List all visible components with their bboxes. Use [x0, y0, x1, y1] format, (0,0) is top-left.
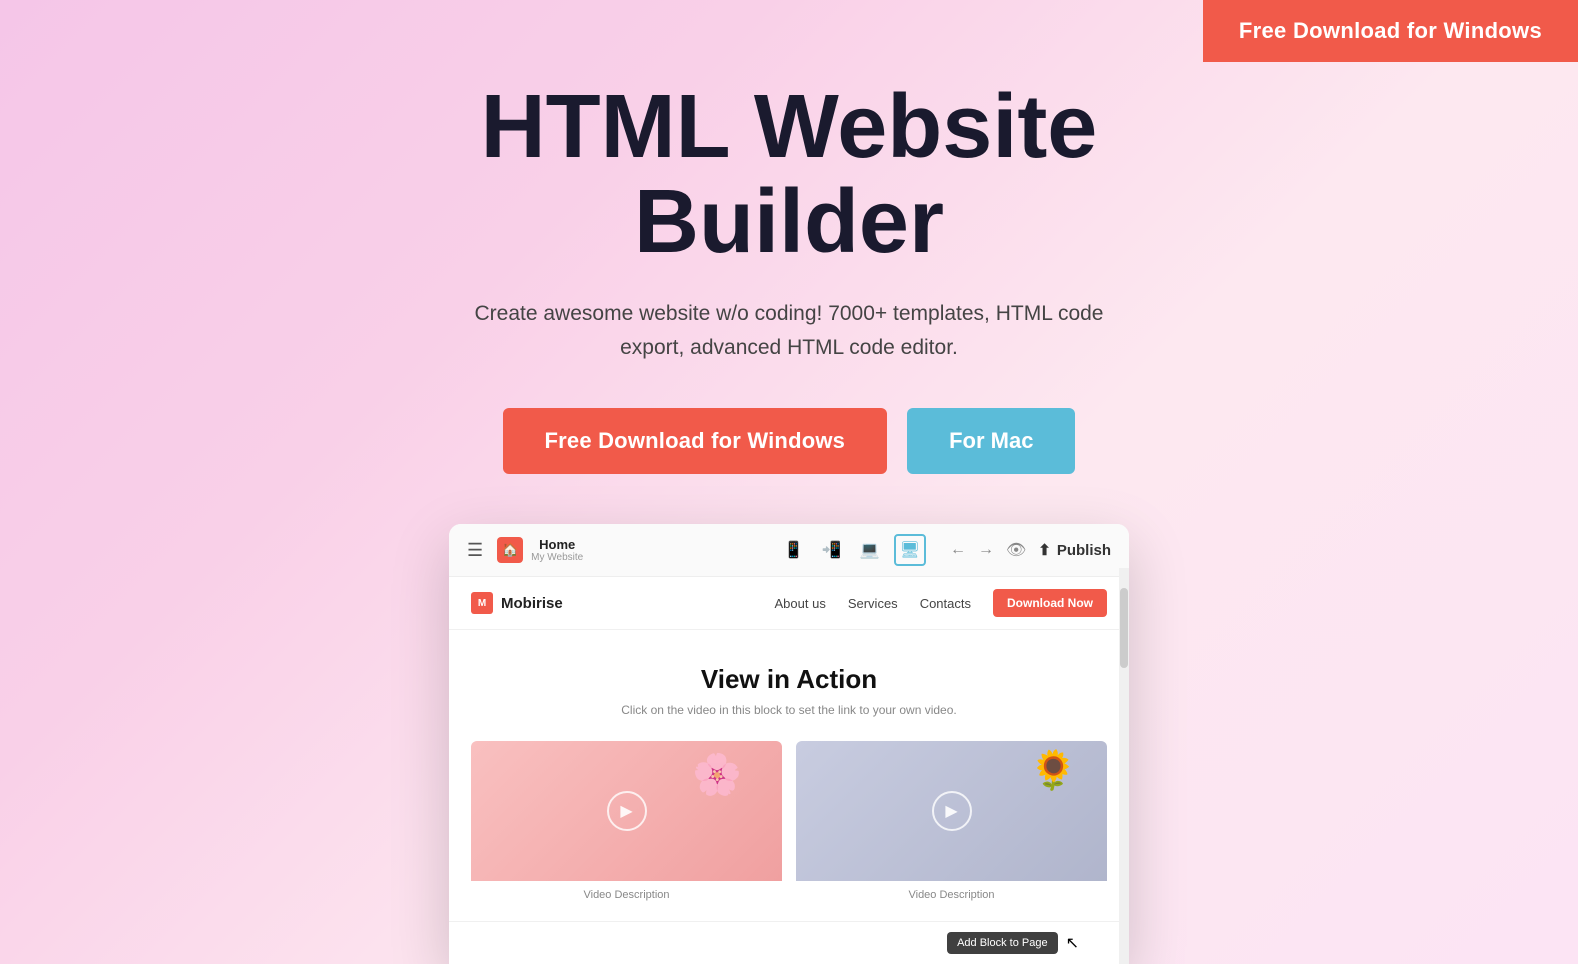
upload-icon: ⬆	[1038, 541, 1051, 559]
toolbar-home-title: Home	[531, 537, 583, 552]
video-desc-1: Video Description	[471, 889, 782, 901]
inner-content: View in Action Click on the video in thi…	[449, 630, 1129, 921]
device-icons-row: 📱 📲 💻 🖥	[780, 534, 926, 566]
mobile-device-icon[interactable]: 📱	[780, 536, 808, 564]
app-preview-window: ☰ 🏠 Home My Website 📱 📲 💻 🖥 ← → 👁 ⬆	[449, 524, 1129, 964]
video-card-1[interactable]: 🌸 ▶ Video Description	[471, 741, 782, 901]
publish-label: Publish	[1057, 542, 1111, 559]
app-scrollbar[interactable]	[1119, 568, 1129, 964]
hero-subtitle: Create awesome website w/o coding! 7000+…	[449, 297, 1129, 364]
inner-nav-links: About us Services Contacts Download Now	[775, 589, 1108, 617]
plant-decoration: 🌸	[692, 751, 742, 798]
toolbar-home-text: Home My Website	[531, 537, 583, 563]
desktop-device-icon[interactable]: 🖥	[894, 534, 926, 566]
video-thumb-pink: 🌸 ▶	[471, 741, 782, 881]
play-button-2[interactable]: ▶	[932, 791, 972, 831]
mobirise-logo-icon: M	[471, 592, 493, 614]
tablet-device-icon[interactable]: 📲	[818, 536, 846, 564]
inner-logo: M Mobirise	[471, 592, 775, 614]
video-card-2[interactable]: 🌻 ▶ Video Description	[796, 741, 1107, 901]
contacts-link[interactable]: Contacts	[920, 596, 971, 611]
top-download-button[interactable]: Free Download for Windows	[1203, 0, 1578, 62]
windows-download-button[interactable]: Free Download for Windows	[503, 408, 888, 474]
video-desc-2: Video Description	[796, 889, 1107, 901]
mobirise-logo-text: Mobirise	[501, 595, 563, 612]
scrollbar-thumb	[1120, 588, 1128, 668]
view-in-action-title: View in Action	[471, 664, 1107, 695]
back-icon[interactable]: ←	[950, 541, 966, 559]
about-us-link[interactable]: About us	[775, 596, 826, 611]
toolbar-home: 🏠 Home My Website	[497, 537, 766, 563]
preview-icon[interactable]: 👁	[1006, 540, 1026, 560]
toolbar-actions: ← → 👁 ⬆ Publish	[950, 540, 1111, 560]
view-in-action-subtitle: Click on the video in this block to set …	[471, 703, 1107, 717]
add-block-bar: Add Block to Page ↖	[449, 921, 1129, 964]
menu-icon[interactable]: ☰	[467, 540, 483, 561]
flower-decoration: 🌻	[1030, 749, 1077, 793]
top-bar: Free Download for Windows	[1203, 0, 1578, 62]
video-thumb-grey: 🌻 ▶	[796, 741, 1107, 881]
laptop-device-icon[interactable]: 💻	[856, 536, 884, 564]
services-link[interactable]: Services	[848, 596, 898, 611]
video-grid: 🌸 ▶ Video Description 🌻 ▶ Video Descript…	[471, 741, 1107, 901]
mac-download-button[interactable]: For Mac	[907, 408, 1075, 474]
play-button-1[interactable]: ▶	[607, 791, 647, 831]
forward-icon[interactable]: →	[978, 541, 994, 559]
add-block-tooltip: Add Block to Page	[947, 932, 1058, 954]
cta-row: Free Download for Windows For Mac	[503, 408, 1076, 474]
home-icon: 🏠	[497, 537, 523, 563]
inner-website-nav: M Mobirise About us Services Contacts Do…	[449, 577, 1129, 630]
hero-title: HTML Website Builder	[379, 80, 1199, 269]
publish-button[interactable]: ⬆ Publish	[1038, 541, 1111, 559]
inner-download-button[interactable]: Download Now	[993, 589, 1107, 617]
app-toolbar: ☰ 🏠 Home My Website 📱 📲 💻 🖥 ← → 👁 ⬆	[449, 524, 1129, 577]
toolbar-home-subtitle: My Website	[531, 552, 583, 563]
cursor-icon: ↖	[1066, 933, 1079, 953]
hero-section: HTML Website Builder Create awesome webs…	[0, 0, 1578, 964]
